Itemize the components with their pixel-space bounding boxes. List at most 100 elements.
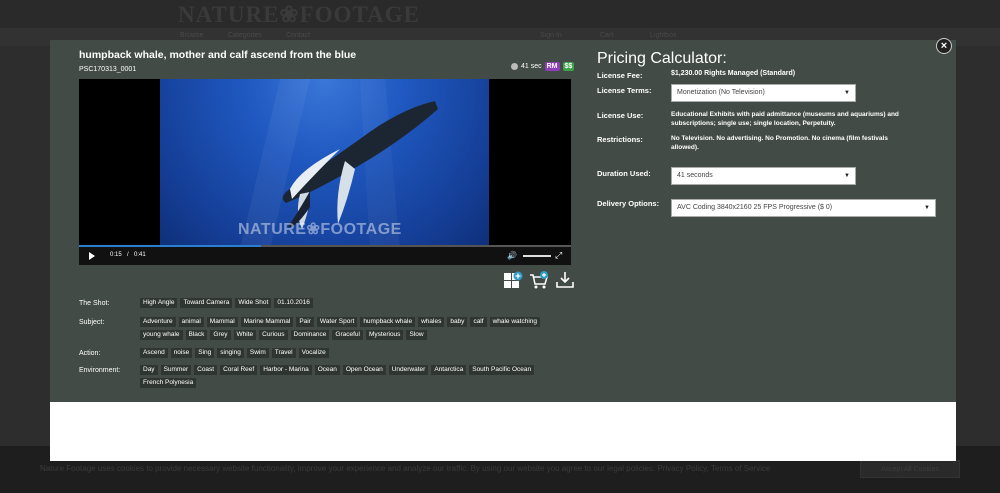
tag-chip[interactable]: baby (447, 317, 468, 327)
license-terms-select[interactable]: Monetization (No Television) ▼ (671, 84, 856, 102)
nav-cart[interactable]: Cart (600, 32, 613, 39)
tag-chip[interactable]: whales (418, 317, 445, 327)
rights-managed-badge: RM (544, 62, 560, 71)
tag-chip[interactable]: Toward Camera (180, 298, 233, 308)
tag-chip[interactable]: whale watching (489, 317, 541, 327)
tag-chip[interactable]: Pair (296, 317, 314, 327)
close-modal-button[interactable]: × (936, 38, 952, 54)
video-watermark: NATURE❀FOOTAGE (238, 221, 402, 238)
license-terms-value: Monetization (No Television) (677, 89, 765, 96)
tag-chip[interactable]: White (233, 330, 257, 340)
current-time: 0:15 (110, 252, 122, 258)
clip-modal: humpback whale, mother and calf ascend f… (50, 40, 956, 461)
tag-chip[interactable]: Sing (195, 348, 215, 358)
dropdown-arrow-icon: ▼ (844, 173, 850, 179)
progress-bar[interactable] (79, 245, 571, 247)
tag-row-action: Action: Ascend noise Sing singing Swim Travel… (79, 348, 570, 358)
tag-chip[interactable]: Water Sport (316, 317, 358, 327)
tag-chip[interactable]: Marine Mammal (240, 317, 294, 327)
tag-chip[interactable]: Mysterious (366, 330, 404, 340)
clip-actions (503, 270, 575, 290)
nav-item-contact[interactable]: Contact (286, 32, 310, 39)
tag-chip[interactable]: Dominance (290, 330, 330, 340)
video-frame[interactable]: NATURE❀FOOTAGE (160, 79, 489, 249)
tag-chip[interactable]: Mammal (206, 317, 238, 327)
nav-item-categories[interactable]: Categories (228, 32, 262, 39)
license-terms-label: License Terms: (597, 86, 652, 95)
tag-list-subject: Adventure animal Mammal Marine Mammal Pair Wa… (140, 317, 570, 340)
tag-label-environment: Environment: (79, 367, 121, 374)
tag-chip[interactable]: Vocalize (298, 348, 329, 358)
play-icon[interactable] (89, 252, 95, 260)
lightbox-add-icon[interactable] (503, 270, 523, 290)
page-bg-right (956, 46, 1000, 446)
tag-chip[interactable]: Black (185, 330, 208, 340)
price-tier-badge: $$ (562, 62, 575, 71)
restrictions-label: Restrictions: (597, 135, 643, 144)
tag-chip[interactable]: Curious (259, 330, 288, 340)
fullscreen-icon[interactable]: ⤢ (555, 250, 562, 261)
tag-label-shot: The Shot: (79, 300, 110, 307)
tag-chip[interactable]: noise (170, 348, 193, 358)
tag-chip[interactable]: Slow (406, 330, 427, 340)
tag-chip[interactable]: Ascend (140, 348, 168, 358)
site-logo: NATURE❀FOOTAGE (178, 2, 420, 27)
clip-id: PSC170313_0001 (79, 66, 137, 73)
tag-list-shot: High Angle Toward Camera Wide Shot 01.10.20… (140, 298, 570, 308)
delivery-options-select[interactable]: AVC Coding 3840x2160 25 FPS Progressive … (671, 199, 936, 217)
tag-chip[interactable]: Wide Shot (235, 298, 272, 308)
tag-chip[interactable]: Coral Reef (220, 365, 258, 375)
tag-chip[interactable]: French Polynesia (140, 378, 197, 388)
accept-cookies-button[interactable]: Accept All Cookies (860, 460, 960, 478)
tag-chip[interactable]: Ocean (314, 365, 340, 375)
duration-label: Duration Used: (597, 169, 651, 178)
download-icon[interactable] (555, 270, 575, 290)
tag-label-subject: Subject: (79, 319, 105, 326)
tag-chip[interactable]: animal (178, 317, 204, 327)
tag-chip[interactable]: Swim (246, 348, 269, 358)
clip-duration: 41 sec (521, 63, 542, 70)
nav-lightbox[interactable]: Lightbox (650, 32, 676, 39)
restrictions-value: No Television. No advertising. No Promot… (671, 135, 888, 151)
tag-chip[interactable]: calf (470, 317, 487, 327)
delivery-options-label: Delivery Options: (597, 199, 660, 208)
tag-chip[interactable]: Open Ocean (342, 365, 386, 375)
delivery-options-value: AVC Coding 3840x2160 25 FPS Progressive … (677, 204, 833, 211)
tag-chip[interactable]: Grey (210, 330, 231, 340)
cart-add-icon[interactable] (529, 270, 549, 290)
tag-chip[interactable]: Antarctica (431, 365, 467, 375)
tag-chip[interactable]: Graceful (332, 330, 363, 340)
nav-item-browse[interactable]: Browse (180, 32, 203, 39)
tag-chip[interactable]: humpback whale (360, 317, 416, 327)
tag-row-shot: The Shot: High Angle Toward Camera Wide Sh… (79, 298, 570, 308)
tag-chip[interactable]: Harbor - Marina (260, 365, 312, 375)
tag-chip[interactable]: young whale (140, 330, 183, 340)
modal-body: humpback whale, mother and calf ascend f… (50, 40, 956, 402)
license-fee-value: $1,230.00 Rights Managed (Standard) (671, 70, 796, 77)
tag-chip[interactable]: South Pacific Ocean (469, 365, 535, 375)
tag-chip[interactable]: Travel (271, 348, 296, 358)
player-controls: 0:15 / 0:41 🔊 ⤢ (79, 245, 571, 265)
duration-select[interactable]: 41 seconds ▼ (671, 167, 856, 185)
tag-chip[interactable]: Adventure (140, 317, 176, 327)
volume-slider[interactable] (523, 255, 551, 257)
video-player[interactable]: NATURE❀FOOTAGE 0:15 / 0:41 🔊 ⤢ (79, 79, 571, 265)
clip-title: humpback whale, mother and calf ascend f… (79, 49, 357, 61)
nav-sign-in[interactable]: Sign In (540, 32, 562, 39)
clip-meta: 41 sec RM $$ (511, 62, 575, 71)
pricing-title: Pricing Calculator: (597, 50, 727, 67)
volume-icon[interactable]: 🔊 (507, 251, 517, 260)
tag-chip[interactable]: High Angle (140, 298, 178, 308)
time-separator: / (127, 252, 129, 258)
cookie-text: Nature Footage uses cookies to provide n… (40, 464, 771, 473)
tag-row-environment: Environment: Day Summer Coast Coral Reef Har… (79, 365, 570, 388)
tag-chip[interactable]: Underwater (388, 365, 429, 375)
total-time: 0:41 (134, 252, 146, 258)
tag-chip[interactable]: singing (217, 348, 244, 358)
tag-chip[interactable]: Coast (194, 365, 218, 375)
tag-chip[interactable]: 01.10.2016 (274, 298, 313, 308)
tag-chip[interactable]: Summer (160, 365, 192, 375)
tag-chip[interactable]: Day (140, 365, 158, 375)
duration-value: 41 seconds (677, 172, 713, 179)
license-fee-label: License Fee: (597, 71, 643, 80)
